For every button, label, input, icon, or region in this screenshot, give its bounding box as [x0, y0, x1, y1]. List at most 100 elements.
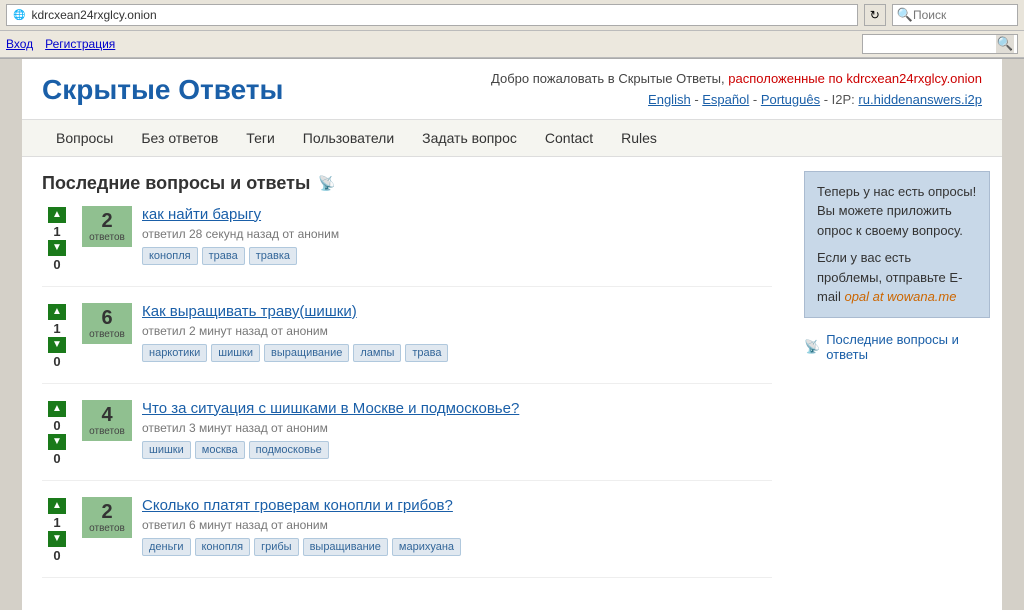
nav-search-input[interactable]: [866, 38, 996, 50]
site-tagline: Добро пожаловать в Скрытые Ответы, распо…: [491, 69, 982, 111]
tagline-line1: Добро пожаловать в Скрытые Ответы, распо…: [491, 69, 982, 90]
vote-down-button[interactable]: ▼: [48, 531, 66, 547]
vote-down-button[interactable]: ▼: [48, 240, 66, 256]
answer-num: 6: [101, 307, 112, 329]
vote-down-count: 0: [53, 452, 60, 465]
lang-i2p-link[interactable]: ru.hiddenanswers.i2p: [858, 92, 982, 107]
answer-count-box: 4 ответов: [82, 400, 132, 441]
login-link[interactable]: Вход: [6, 37, 33, 51]
lang-portugues[interactable]: Português: [761, 92, 820, 107]
main-nav: Вопросы Без ответов Теги Пользователи За…: [22, 120, 1002, 157]
answer-label: ответов: [89, 426, 125, 437]
answer-label: ответов: [89, 232, 125, 243]
lang-sep2: -: [753, 92, 761, 107]
site-logo: Скрытые Ответы: [42, 74, 283, 106]
question-item: ▲ 1 ▼ 0 2 ответов Сколько платят гровера…: [42, 497, 772, 578]
question-title-link[interactable]: Как выращивать траву(шишки): [142, 303, 772, 320]
question-title-link[interactable]: как найти барыгу: [142, 206, 772, 223]
nav-ask[interactable]: Задать вопрос: [408, 120, 531, 156]
tag[interactable]: наркотики: [142, 344, 207, 362]
vote-down-button[interactable]: ▼: [48, 434, 66, 450]
rss-feed-icon[interactable]: 📡: [318, 175, 335, 192]
tag[interactable]: конопля: [195, 538, 251, 556]
sidebar-rss-label: Последние вопросы и ответы: [826, 332, 990, 362]
address-bar[interactable]: 🌐 kdrcxean24rxglcy.onion: [6, 4, 858, 26]
tag[interactable]: выращивание: [303, 538, 388, 556]
register-link[interactable]: Регистрация: [45, 37, 115, 51]
lang-english[interactable]: English: [648, 92, 691, 107]
nav-tags[interactable]: Теги: [232, 120, 288, 156]
nav-search-button[interactable]: 🔍: [996, 35, 1014, 53]
tag[interactable]: шишки: [142, 441, 191, 459]
sidebar-email-link[interactable]: opal at wowana.me: [844, 289, 956, 304]
tag[interactable]: конопля: [142, 247, 198, 265]
vote-up-button[interactable]: ▲: [48, 304, 66, 320]
question-title-link[interactable]: Сколько платят гроверам конопли и грибов…: [142, 497, 772, 514]
content-area: Последние вопросы и ответы 📡 ▲ 1 ▼ 0 2 о…: [22, 157, 1002, 610]
tag[interactable]: марихуана: [392, 538, 461, 556]
answer-count-box: 6 ответов: [82, 303, 132, 344]
question-tags: шишки москва подмосковье: [142, 441, 772, 459]
url-text: kdrcxean24rxglcy.onion: [31, 8, 156, 22]
vote-up-button[interactable]: ▲: [48, 401, 66, 417]
vote-down-button[interactable]: ▼: [48, 337, 66, 353]
nav-unanswered[interactable]: Без ответов: [127, 120, 232, 156]
vote-box: ▲ 1 ▼ 0: [42, 303, 72, 369]
section-title-text: Последние вопросы и ответы: [42, 173, 310, 194]
tag[interactable]: подмосковье: [249, 441, 329, 459]
vote-down-count: 0: [53, 355, 60, 368]
nav-rules[interactable]: Rules: [607, 120, 671, 156]
question-meta: ответил 28 секунд назад от аноним: [142, 227, 772, 241]
answer-label: ответов: [89, 523, 125, 534]
question-item: ▲ 1 ▼ 0 6 ответов Как выращивать траву(ш…: [42, 303, 772, 384]
question-body: Сколько платят гроверам конопли и грибов…: [142, 497, 772, 556]
answer-num: 4: [101, 404, 112, 426]
question-item: ▲ 1 ▼ 0 2 ответов как найти барыгу ответ…: [42, 206, 772, 287]
main-content: Последние вопросы и ответы 📡 ▲ 1 ▼ 0 2 о…: [22, 157, 792, 610]
refresh-button[interactable]: ↻: [864, 4, 886, 26]
nav-users[interactable]: Пользователи: [289, 120, 408, 156]
rss-icon: 📡: [804, 339, 820, 355]
lang-espanol[interactable]: Español: [702, 92, 749, 107]
answer-label: ответов: [89, 329, 125, 340]
sidebar-text1: Теперь у нас есть опросы! Вы можете прил…: [817, 182, 977, 241]
answer-count-box: 2 ответов: [82, 206, 132, 247]
address-bar-row: 🌐 kdrcxean24rxglcy.onion ↻ 🔍: [0, 0, 1024, 31]
vote-down-count: 0: [53, 258, 60, 271]
nav-left-links: Вход Регистрация: [6, 37, 115, 51]
question-tags: конопля трава травка: [142, 247, 772, 265]
question-meta: ответил 6 минут назад от аноним: [142, 518, 772, 532]
browser-search-input[interactable]: [913, 8, 1013, 22]
sidebar: Теперь у нас есть опросы! Вы можете прил…: [792, 157, 1002, 610]
browser-search-wrap[interactable]: 🔍: [892, 4, 1018, 26]
vote-down-count: 0: [53, 549, 60, 562]
question-meta: ответил 3 минут назад от аноним: [142, 421, 772, 435]
tag[interactable]: деньги: [142, 538, 191, 556]
tag[interactable]: трава: [202, 247, 245, 265]
sidebar-info-box: Теперь у нас есть опросы! Вы можете прил…: [804, 171, 990, 318]
tag[interactable]: трава: [405, 344, 448, 362]
tag[interactable]: выращивание: [264, 344, 349, 362]
vote-up-button[interactable]: ▲: [48, 498, 66, 514]
vote-up-count: 0: [53, 419, 60, 432]
nav-right: 🔍: [862, 34, 1018, 54]
question-title-link[interactable]: Что за ситуация с шишками в Москве и под…: [142, 400, 772, 417]
sidebar-rss-link[interactable]: 📡 Последние вопросы и ответы: [804, 332, 990, 362]
tag[interactable]: лампы: [353, 344, 401, 362]
tag[interactable]: травка: [249, 247, 297, 265]
nav-search-wrap[interactable]: 🔍: [862, 34, 1018, 54]
vote-up-count: 1: [53, 225, 60, 238]
nav-questions[interactable]: Вопросы: [42, 120, 127, 156]
tag[interactable]: москва: [195, 441, 245, 459]
tag[interactable]: шишки: [211, 344, 260, 362]
vote-up-button[interactable]: ▲: [48, 207, 66, 223]
lang-sep3: -: [824, 92, 832, 107]
sidebar-text2: Если у вас есть проблемы, отправьте E-ma…: [817, 248, 977, 307]
nav-contact[interactable]: Contact: [531, 120, 607, 156]
tag[interactable]: грибы: [254, 538, 298, 556]
section-title: Последние вопросы и ответы 📡: [42, 173, 772, 194]
vote-box: ▲ 1 ▼ 0: [42, 497, 72, 563]
question-tags: деньги конопля грибы выращивание марихуа…: [142, 538, 772, 556]
browser-chrome: 🌐 kdrcxean24rxglcy.onion ↻ 🔍 Вход Регист…: [0, 0, 1024, 59]
answer-num: 2: [101, 210, 112, 232]
